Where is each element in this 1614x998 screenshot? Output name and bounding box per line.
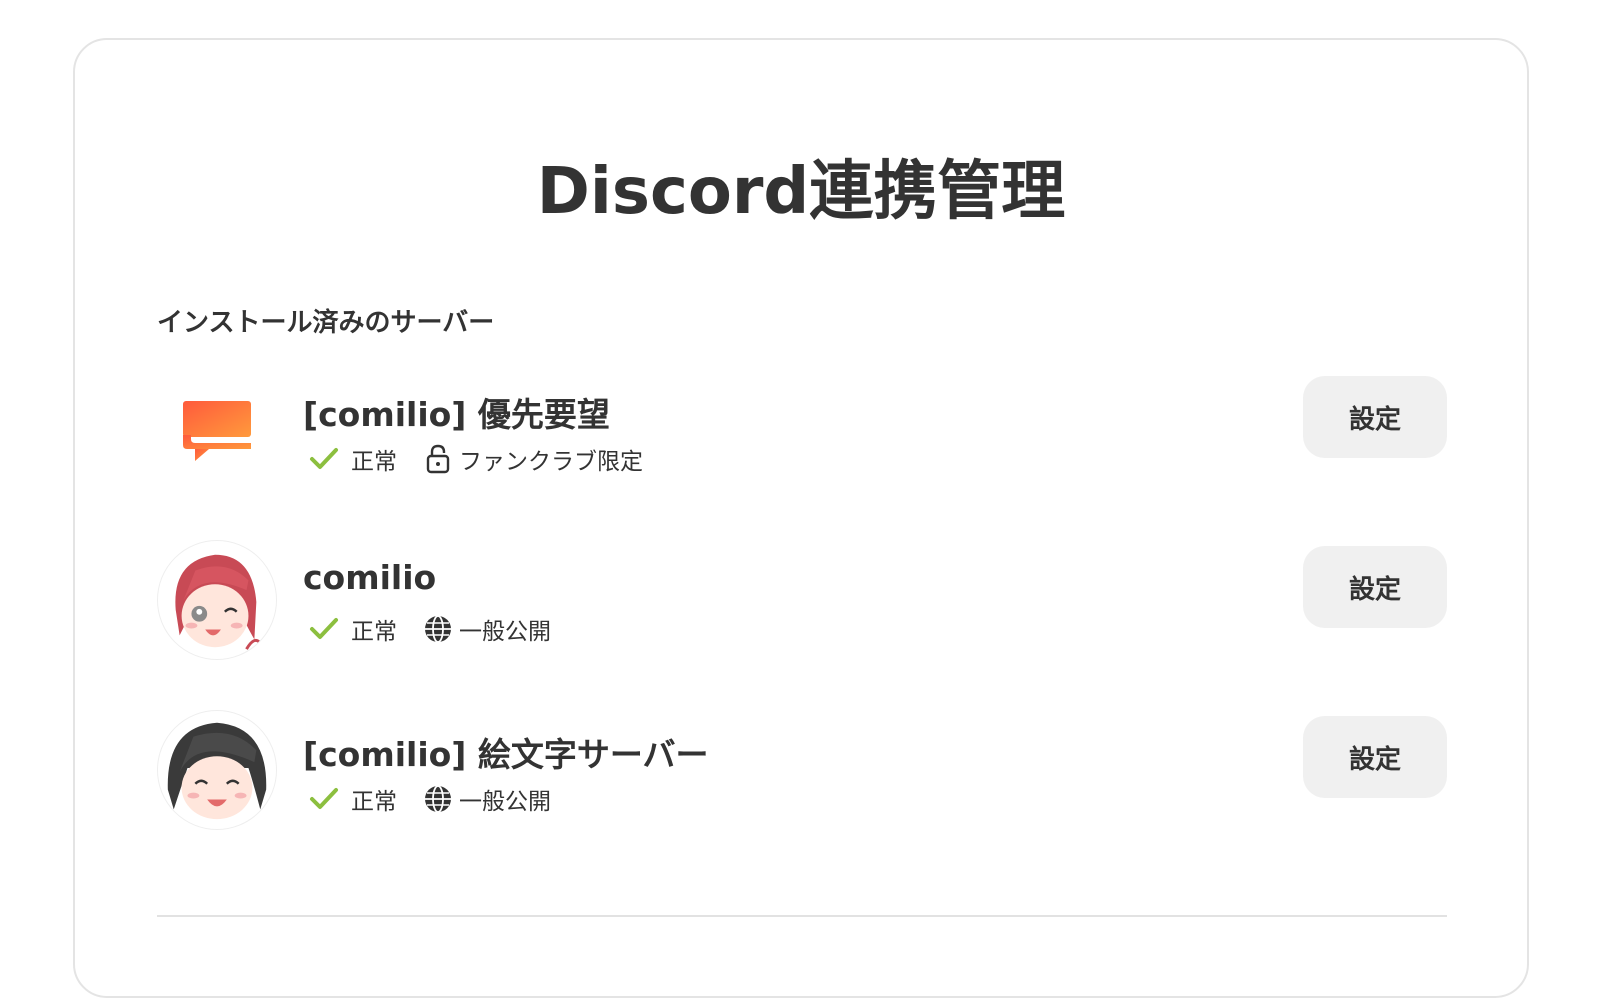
integration-card: Discord連携管理 インストール済みのサーバー [comilio] 優先要望… xyxy=(73,38,1529,998)
check-icon xyxy=(309,444,339,474)
server-row: [comilio] 優先要望 正常 ファンクラブ限定 設定 xyxy=(157,370,1447,494)
globe-icon xyxy=(423,614,453,644)
page-title: Discord連携管理 xyxy=(536,155,1066,229)
server-name: [comilio] 絵文字サーバー xyxy=(303,735,709,774)
check-icon xyxy=(309,784,339,814)
status-text: 正常 xyxy=(351,619,397,645)
settings-button[interactable]: 設定 xyxy=(1303,376,1447,458)
status-text: 正常 xyxy=(351,449,397,475)
status-text: 正常 xyxy=(351,789,397,815)
settings-button[interactable]: 設定 xyxy=(1303,716,1447,798)
avatar-red-hair-icon xyxy=(158,541,276,659)
server-name: comilio xyxy=(303,558,437,597)
globe-icon xyxy=(423,784,453,814)
visibility-text: ファンクラブ限定 xyxy=(459,449,643,475)
server-meta: 正常 一般公開 xyxy=(309,782,551,816)
settings-button[interactable]: 設定 xyxy=(1303,546,1447,628)
chat-bubble-icon xyxy=(157,370,277,490)
visibility-text: 一般公開 xyxy=(459,619,551,645)
server-name: [comilio] 優先要望 xyxy=(303,395,610,434)
server-row: [comilio] 絵文字サーバー 正常 一般公開 設定 xyxy=(157,710,1447,834)
section-heading: インストール済みのサーバー xyxy=(157,308,495,338)
avatar-dark-hair-icon xyxy=(158,711,276,829)
server-meta: 正常 ファンクラブ限定 xyxy=(309,442,643,476)
server-row: comilio 正常 一般公開 設定 xyxy=(157,540,1447,664)
divider xyxy=(157,915,1447,917)
server-avatar xyxy=(157,540,277,660)
check-icon xyxy=(309,614,339,644)
server-meta: 正常 一般公開 xyxy=(309,612,551,646)
visibility-text: 一般公開 xyxy=(459,789,551,815)
server-avatar xyxy=(157,710,277,830)
lock-icon xyxy=(423,444,453,474)
